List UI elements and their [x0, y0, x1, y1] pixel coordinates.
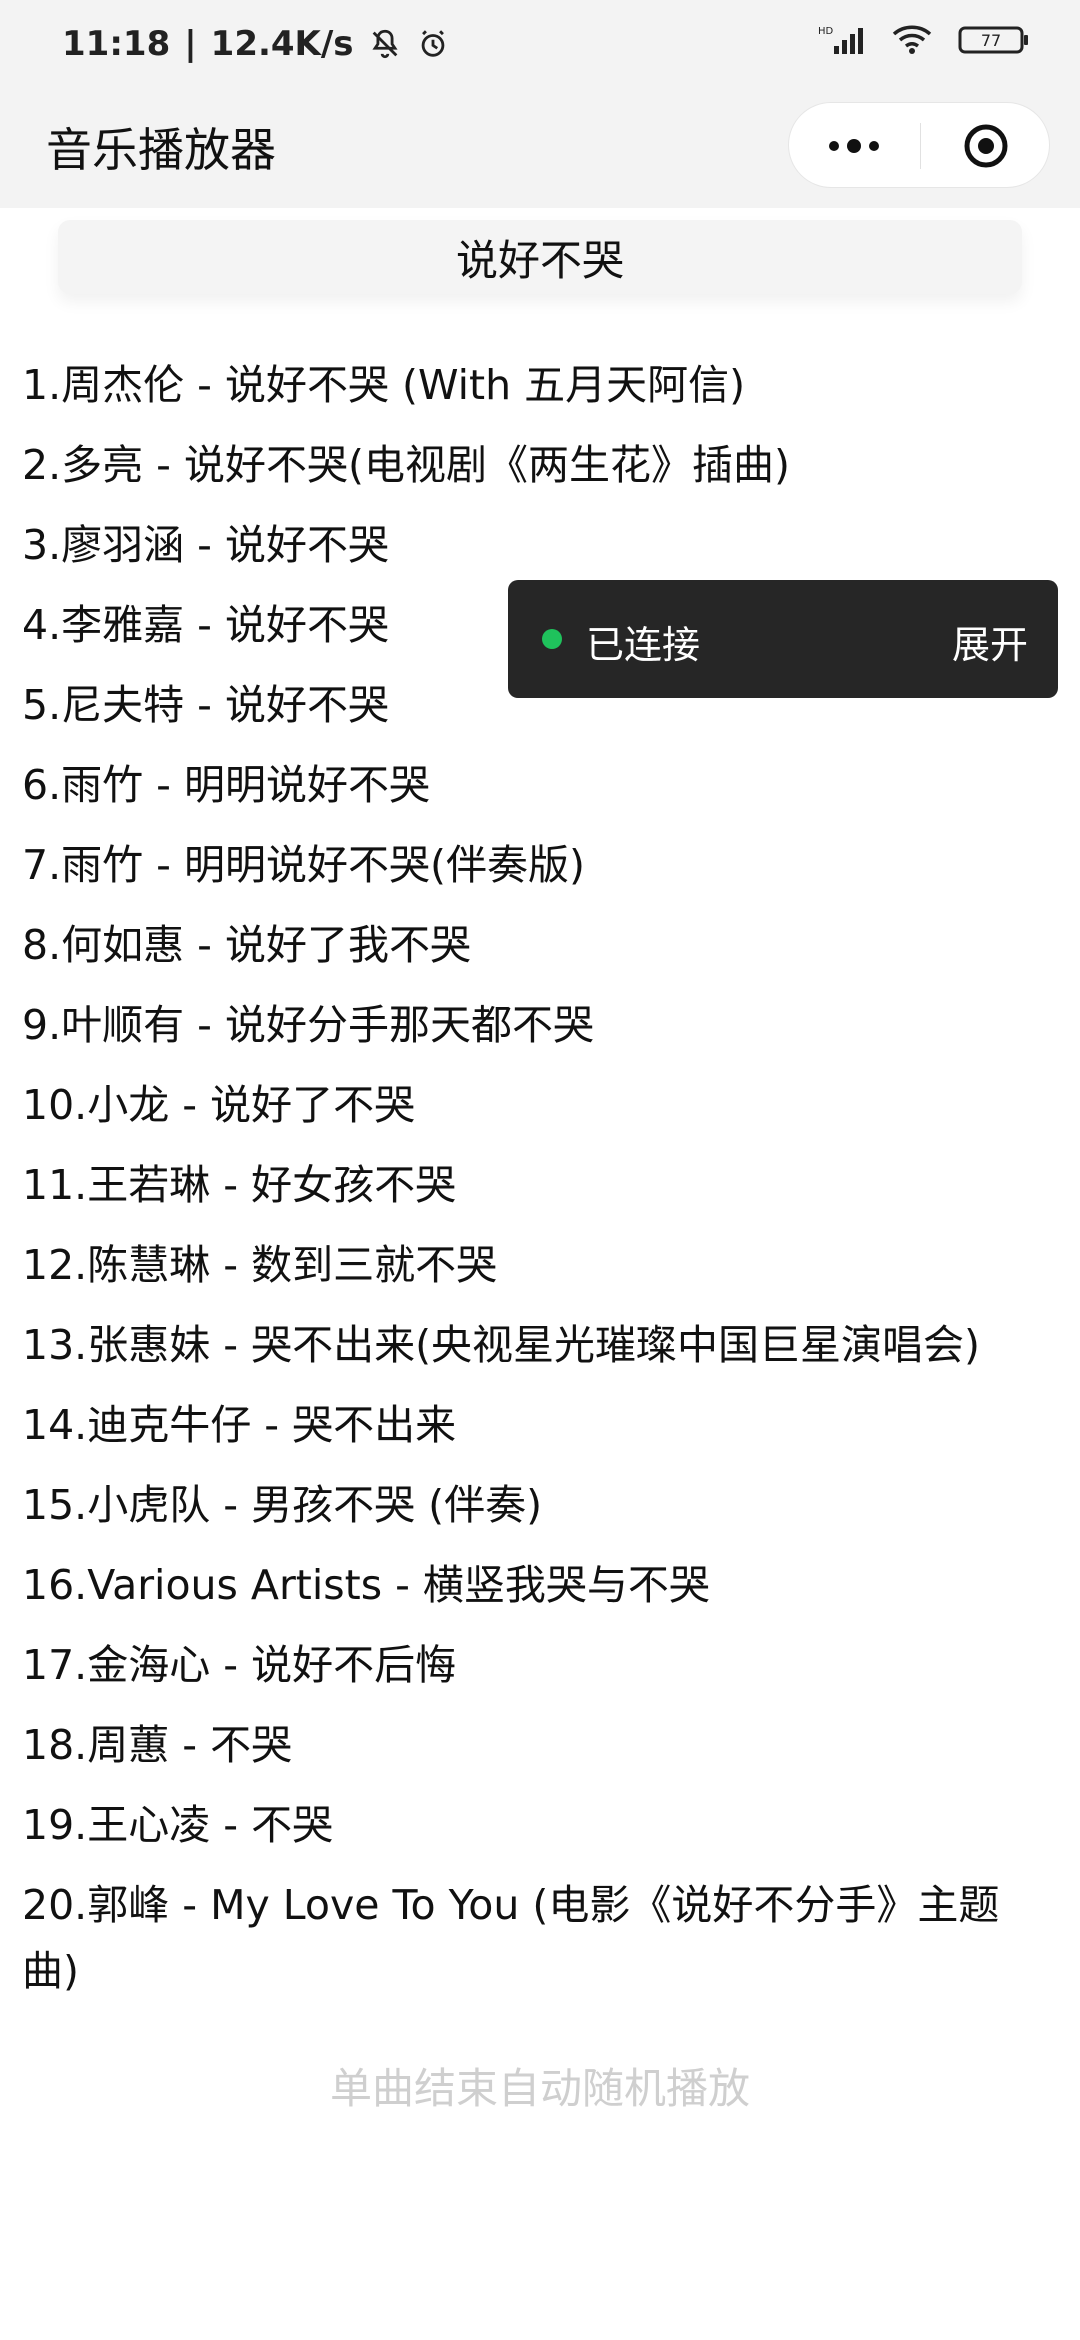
hd-signal-icon: HD	[818, 22, 866, 56]
song-item-3[interactable]: 3.廖羽涵 - 说好不哭	[22, 505, 1052, 585]
status-left: 11:18 | 12.4K/s	[62, 24, 450, 64]
page-title: 音乐播放器	[46, 123, 276, 177]
status-separator: |	[184, 24, 197, 64]
status-right: HD 77	[818, 22, 1030, 56]
app-header: 音乐播放器	[0, 90, 1080, 208]
search-keyword-box[interactable]: 说好不哭	[58, 220, 1022, 294]
song-item-1[interactable]: 1.周杰伦 - 说好不哭 (With 五月天阿信)	[22, 345, 1052, 425]
song-item-13[interactable]: 13.张惠妹 - 哭不出来(央视星光璀璨中国巨星演唱会)	[22, 1305, 1052, 1385]
song-item-16[interactable]: 16.Various Artists - 横竖我哭与不哭	[22, 1545, 1052, 1625]
target-icon	[962, 122, 1010, 170]
wifi-icon	[890, 22, 934, 56]
song-item-6[interactable]: 6.雨竹 - 明明说好不哭	[22, 745, 1052, 825]
song-item-18[interactable]: 18.周蕙 - 不哭	[22, 1705, 1052, 1785]
song-item-7[interactable]: 7.雨竹 - 明明说好不哭(伴奏版)	[22, 825, 1052, 905]
song-item-8[interactable]: 8.何如惠 - 说好了我不哭	[22, 905, 1052, 985]
connected-status-icon	[542, 629, 562, 649]
more-dots-icon	[824, 136, 884, 156]
autoplay-note: 单曲结束自动随机播放	[329, 2064, 750, 2113]
battery-level: 77	[981, 31, 1001, 50]
svg-text:HD: HD	[818, 26, 834, 37]
status-time: 11:18	[62, 24, 171, 64]
song-item-10[interactable]: 10.小龙 - 说好了不哭	[22, 1065, 1052, 1145]
status-bar: 11:18 | 12.4K/s HD 77	[0, 0, 1080, 90]
song-item-11[interactable]: 11.王若琳 - 好女孩不哭	[22, 1145, 1052, 1225]
expand-button[interactable]: 展开	[952, 614, 1028, 669]
connection-status-label: 已连接	[586, 623, 701, 667]
song-item-2[interactable]: 2.多亮 - 说好不哭(电视剧《两生花》插曲)	[22, 425, 1052, 505]
song-item-15[interactable]: 15.小虎队 - 男孩不哭 (伴奏)	[22, 1465, 1052, 1545]
song-item-12[interactable]: 12.陈慧琳 - 数到三就不哭	[22, 1225, 1052, 1305]
mini-program-capsule	[788, 102, 1050, 188]
screen: 11:18 | 12.4K/s HD 77 音乐播放器 说好不哭 1.周杰伦 -…	[0, 0, 1080, 2340]
song-item-9[interactable]: 9.叶顺有 - 说好分手那天都不哭	[22, 985, 1052, 1065]
more-button[interactable]	[789, 103, 919, 189]
connection-toast: 已连接 展开	[508, 580, 1058, 698]
status-net-speed: 12.4K/s	[210, 24, 354, 64]
song-item-20[interactable]: 20.郭峰 - My Love To You (电影《说好不分手》主题曲)	[22, 1872, 1052, 2004]
search-keyword: 说好不哭	[455, 235, 624, 285]
song-item-19[interactable]: 19.王心凌 - 不哭	[22, 1785, 1052, 1865]
song-item-14[interactable]: 14.迪克牛仔 - 哭不出来	[22, 1385, 1052, 1465]
song-item-17[interactable]: 17.金海心 - 说好不后悔	[22, 1625, 1052, 1705]
close-miniprogram-button[interactable]	[921, 103, 1051, 189]
bell-off-icon	[368, 27, 402, 61]
battery-icon: 77	[958, 22, 1030, 56]
alarm-icon	[416, 27, 450, 61]
